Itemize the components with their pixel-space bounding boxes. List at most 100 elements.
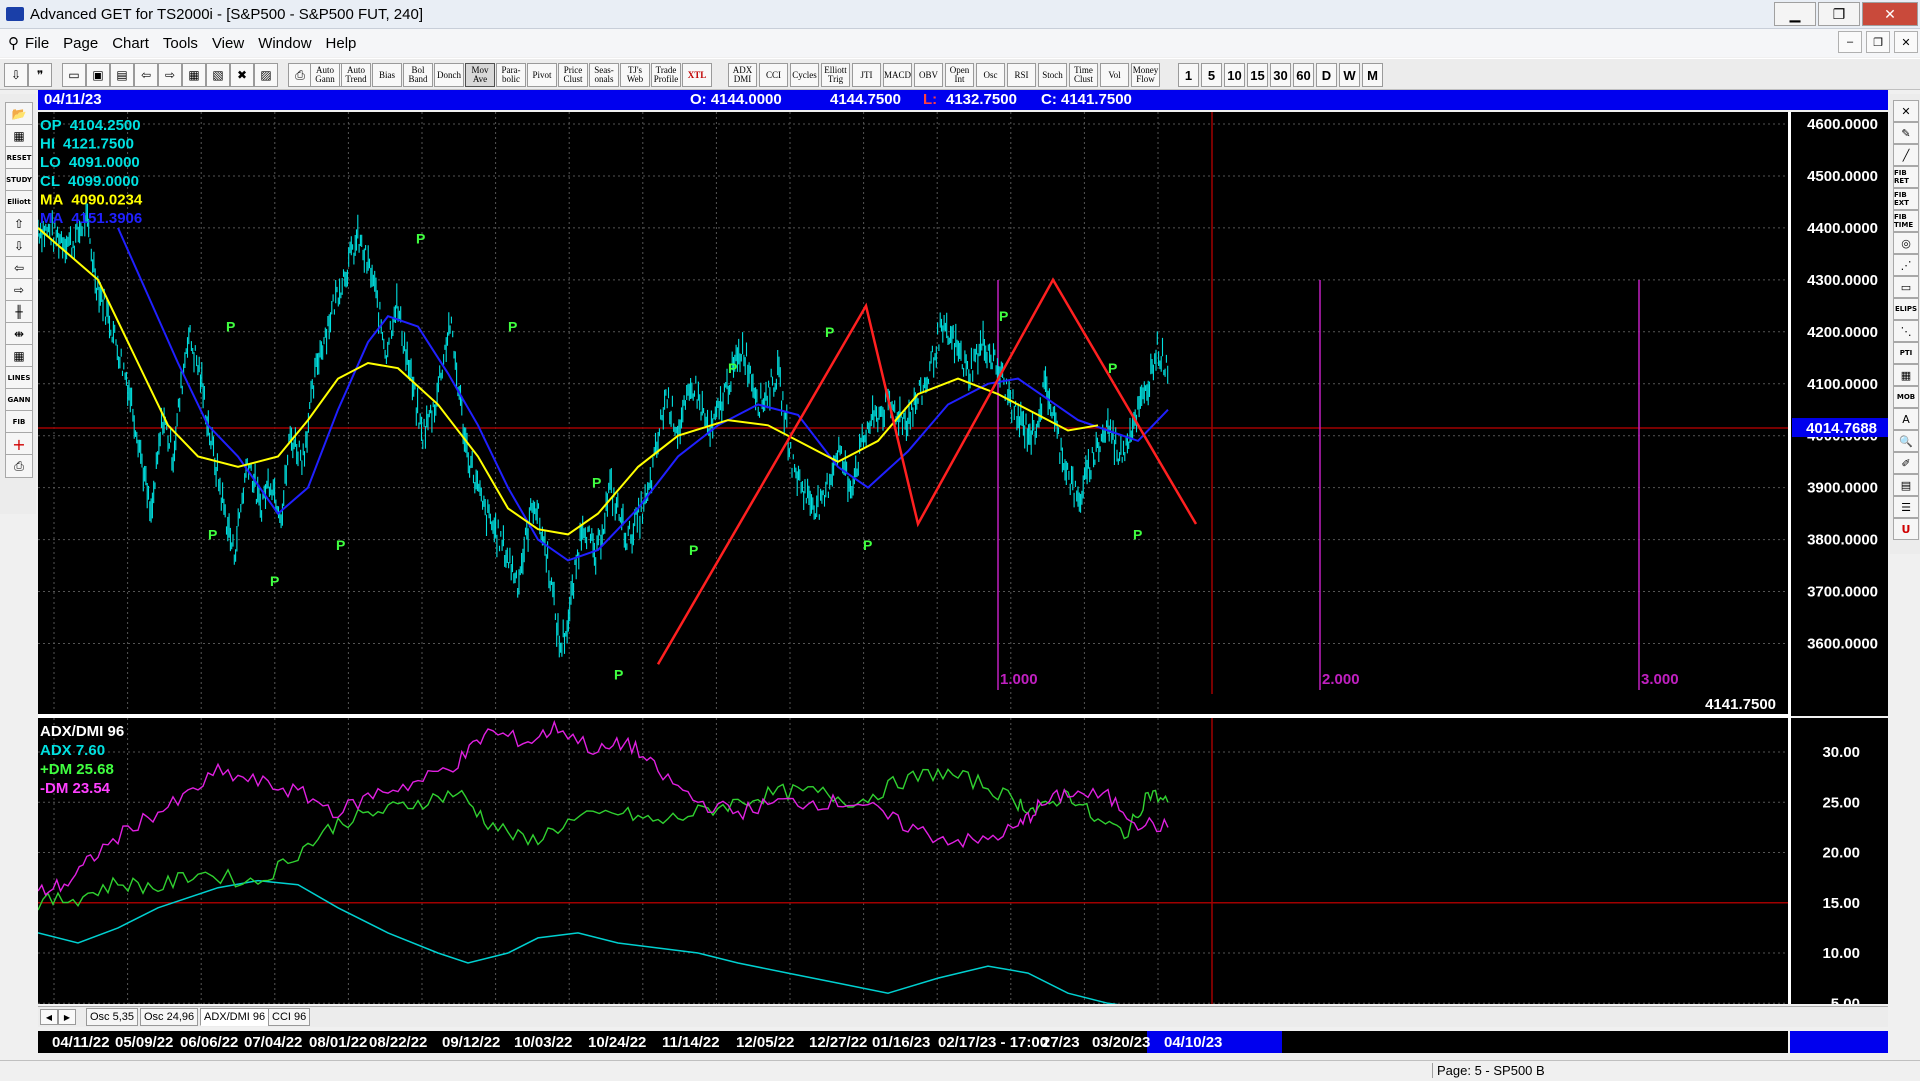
osc-button-0[interactable]: ADX DMI — [728, 63, 757, 87]
timeframe-button-M[interactable]: M — [1362, 63, 1383, 87]
text-icon[interactable]: A — [1893, 408, 1919, 430]
toolbar-icon-0[interactable]: ⇩ — [4, 63, 28, 87]
line-icon[interactable]: ╱ — [1893, 144, 1919, 166]
fib-icon[interactable]: FIB — [5, 410, 33, 434]
menu-page[interactable]: Page — [63, 35, 98, 52]
grid2-icon[interactable]: ▦ — [1893, 364, 1919, 386]
osc-button-8[interactable]: Osc — [976, 63, 1005, 87]
study-button-1[interactable]: Auto Trend — [341, 63, 371, 87]
osc-button-7[interactable]: Open Int — [945, 63, 974, 87]
gann-fan-icon[interactable]: ⋱ — [1893, 320, 1919, 342]
timeframe-button-D[interactable]: D — [1316, 63, 1337, 87]
chart-area[interactable]: 1.000 2.000 3.000 P P P P P P P P P P P P P P P OP 4104.250… — [38, 112, 1888, 1004]
arrow-up-icon[interactable]: ⇧ — [5, 212, 33, 236]
mdi-minimize-button[interactable]: – — [1838, 31, 1862, 53]
timeframe-button-1[interactable]: 1 — [1178, 63, 1199, 87]
lines-icon[interactable]: LINES — [5, 366, 33, 390]
toolbar-icon-6[interactable]: ⇨ — [158, 63, 182, 87]
study-icon[interactable]: STUDY — [5, 168, 33, 192]
osc-button-12[interactable]: Vol — [1100, 63, 1129, 87]
study-button-2[interactable]: Bias — [372, 63, 402, 87]
toolbar-icon-11[interactable]: ⎙ — [288, 63, 312, 87]
toolbar-icon-1[interactable]: ❞ — [28, 63, 52, 87]
osc-button-5[interactable]: MACD — [883, 63, 912, 87]
study-button-8[interactable]: Price Clust — [558, 63, 588, 87]
app-menu-icon[interactable]: ⚲ — [8, 34, 19, 52]
arrow-down-icon[interactable]: ⇩ — [5, 234, 33, 258]
tab-adx-dmi-96[interactable]: ADX/DMI 96 — [200, 1008, 270, 1026]
data-icon[interactable]: ▦ — [5, 124, 33, 148]
print-icon[interactable]: ⎙ — [5, 454, 33, 478]
menu-chart[interactable]: Chart — [112, 35, 149, 52]
menu-tools[interactable]: Tools — [163, 35, 198, 52]
timeframe-button-10[interactable]: 10 — [1224, 63, 1245, 87]
zoom-icon[interactable]: 🔍 — [1893, 430, 1919, 452]
study-button-6[interactable]: Para-bolic — [496, 63, 526, 87]
arrow-left-icon[interactable]: ⇦ — [5, 256, 33, 280]
toolbar-icon-4[interactable]: ▤ — [110, 63, 134, 87]
toolbar-icon-7[interactable]: ▦ — [182, 63, 206, 87]
toolbar-icon-10[interactable]: ▨ — [254, 63, 278, 87]
menu-help[interactable]: Help — [326, 35, 357, 52]
arrow-right-icon[interactable]: ⇨ — [5, 278, 33, 302]
study-button-12[interactable]: XTL — [682, 63, 712, 87]
tab-next-button[interactable]: ▶ — [58, 1009, 76, 1025]
list-icon[interactable]: ☰ — [1893, 496, 1919, 518]
mob-icon[interactable]: MOB — [1893, 386, 1919, 408]
study-button-3[interactable]: Bol Band — [403, 63, 433, 87]
osc-button-3[interactable]: Elliott Trig — [821, 63, 850, 87]
fib-ret-icon[interactable]: FIB RET — [1893, 166, 1919, 188]
study-button-5[interactable]: Mov Ave — [465, 63, 495, 87]
timeframe-button-5[interactable]: 5 — [1201, 63, 1222, 87]
ellipse-icon[interactable]: ELIPS — [1893, 298, 1919, 320]
bars-icon[interactable]: ╫ — [5, 300, 33, 324]
mdi-restore-button[interactable]: ❐ — [1866, 31, 1890, 53]
osc-button-9[interactable]: RSI — [1007, 63, 1036, 87]
timeframe-button-60[interactable]: 60 — [1293, 63, 1314, 87]
menu-file[interactable]: File — [25, 35, 49, 52]
mdi-close-button[interactable]: ✕ — [1894, 31, 1918, 53]
tab-osc-5-35[interactable]: Osc 5,35 — [86, 1008, 139, 1026]
minimize-button[interactable]: ▁ — [1774, 2, 1816, 26]
highlight-icon[interactable]: ✐ — [1893, 452, 1919, 474]
timeframe-button-30[interactable]: 30 — [1270, 63, 1291, 87]
spiral-icon[interactable]: ◎ — [1893, 232, 1919, 254]
pti-icon[interactable]: PTI — [1893, 342, 1919, 364]
study-button-4[interactable]: Donch — [434, 63, 464, 87]
fib-ext-icon[interactable]: FIB EXT — [1893, 188, 1919, 210]
grid-icon[interactable]: ▦ — [5, 344, 33, 368]
toolbar-icon-9[interactable]: ✖ — [230, 63, 254, 87]
study-button-9[interactable]: Seas-onals — [589, 63, 619, 87]
toolbar-icon-8[interactable]: ▧ — [206, 63, 230, 87]
close-button[interactable]: ✕ — [1862, 2, 1918, 26]
osc-button-11[interactable]: Time Clust — [1069, 63, 1098, 87]
toolbar-icon-2[interactable]: ▭ — [62, 63, 86, 87]
delete-icon[interactable]: ✕ — [1893, 100, 1919, 122]
study-button-7[interactable]: Pivot — [527, 63, 557, 87]
open-icon[interactable]: 📂 — [5, 102, 33, 126]
tab-osc-24-96[interactable]: Osc 24,96 — [140, 1008, 199, 1026]
rect-icon[interactable]: ▭ — [1893, 276, 1919, 298]
osc-button-10[interactable]: Stoch — [1038, 63, 1067, 87]
crosshair-icon[interactable]: + — [5, 432, 33, 456]
gann-icon[interactable]: GANN — [5, 388, 33, 412]
study-button-11[interactable]: Trade Profile — [651, 63, 681, 87]
study-button-10[interactable]: TJ's Web — [620, 63, 650, 87]
elliott-icon[interactable]: Elliott — [5, 190, 33, 214]
menu-window[interactable]: Window — [258, 35, 311, 52]
osc-button-13[interactable]: Money Flow — [1131, 63, 1160, 87]
study-button-0[interactable]: Auto Gann — [310, 63, 340, 87]
magnet-icon[interactable]: U — [1893, 518, 1919, 540]
tab-prev-button[interactable]: ◀ — [40, 1009, 58, 1025]
menu-view[interactable]: View — [212, 35, 244, 52]
tab-cci-96[interactable]: CCI 96 — [268, 1008, 311, 1026]
toolbar-icon-3[interactable]: ▣ — [86, 63, 110, 87]
restore-button[interactable]: ❐ — [1818, 2, 1860, 26]
timeframe-button-W[interactable]: W — [1339, 63, 1360, 87]
timeframe-button-15[interactable]: 15 — [1247, 63, 1268, 87]
reset-icon[interactable]: RESET — [5, 146, 33, 170]
toolbar-icon-5[interactable]: ⇦ — [134, 63, 158, 87]
fib-time-icon[interactable]: FIB TIME — [1893, 210, 1919, 232]
compress-icon[interactable]: ⇼ — [5, 322, 33, 346]
osc-button-6[interactable]: OBV — [914, 63, 943, 87]
